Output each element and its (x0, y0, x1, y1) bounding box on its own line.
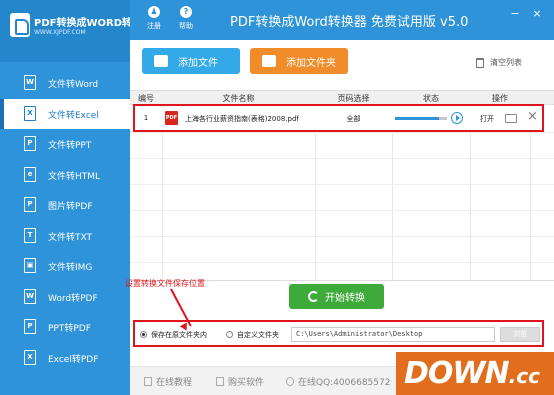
add-folder-label: 添加文件夹 (286, 57, 336, 69)
start-convert-label: 开始转换 (325, 293, 365, 304)
browse-button[interactable]: 浏览 (500, 327, 540, 342)
row-index: 1 (143, 114, 149, 122)
toolbar: 添加文件 添加文件夹 清空列表 (130, 40, 554, 88)
sidebar-item-label: 文件转HTML (48, 172, 101, 182)
remove-row-icon[interactable]: × (527, 109, 538, 124)
progress-fill (395, 117, 440, 120)
document-icon: T (24, 228, 36, 243)
document-icon: ▣ (24, 258, 36, 273)
open-button[interactable]: 打开 (480, 114, 494, 124)
file-icon (154, 55, 168, 67)
row-pages[interactable]: 全部 (315, 114, 392, 124)
sidebar-item-label: 文件转Excel (48, 111, 99, 121)
sidebar-item-label: 文件转PPT (48, 141, 92, 151)
sidebar-item[interactable]: W Word转PDF (0, 282, 130, 312)
sidebar-item-label: Excel转PDF (48, 355, 99, 365)
row-file-name: 上海各行业薪资指南(表格)2008.pdf (185, 115, 299, 123)
sidebar-item-label: Word转PDF (48, 294, 98, 304)
document-icon: X (24, 106, 36, 121)
logo-url: WWW.XJPDF.COM (34, 29, 86, 36)
sidebar-item-label: 文件转IMG (48, 263, 93, 273)
pdf-logo-icon (10, 13, 30, 37)
annotation-text: 设置转换文件保存位置 (125, 279, 205, 288)
document-icon: X (24, 350, 36, 365)
sidebar-item-label: 文件转TXT (48, 233, 93, 243)
sidebar: PDF转换成WORD转换器 WWW.XJPDF.COM W 文件转Word X 文件转… (0, 0, 152, 395)
qq-icon (286, 377, 294, 386)
file-table: 编号 文件名称 页码选择 状态 操作 1 PDF 上海各行业薪资指南(表格)20… (130, 90, 554, 280)
sidebar-item-label: 文件转Word (48, 80, 99, 90)
header-status: 状态 (423, 94, 439, 103)
user-icon: ♟ (148, 6, 160, 18)
app-logo: PDF转换成WORD转换器 WWW.XJPDF.COM (0, 0, 152, 62)
trash-icon (476, 57, 484, 68)
document-icon: P (24, 197, 36, 212)
header-pages: 页码选择 (337, 94, 370, 103)
title-bar: ♟ 注册 ? 帮助 PDF转换成Word转换器 免费试用版 v5.0 − × (130, 0, 554, 40)
pdf-file-icon: PDF (165, 111, 178, 125)
save-original-radio[interactable] (140, 331, 147, 338)
start-convert-button[interactable]: 开始转换 (289, 284, 384, 309)
cart-icon (216, 377, 224, 386)
sidebar-item[interactable]: P PPT转PDF (0, 312, 130, 342)
sidebar-item[interactable]: X 文件转Excel (0, 99, 130, 129)
online-qq-label: 在线QQ:4006685572 (298, 378, 391, 388)
sidebar-item-label: 图片转PDF (48, 202, 93, 212)
custom-folder-label[interactable]: 自定义文件夹 (237, 330, 279, 340)
add-folder-button[interactable]: 添加文件夹 (250, 48, 348, 74)
document-icon: P (24, 319, 36, 334)
sidebar-item[interactable]: T 文件转TXT (0, 221, 130, 251)
sidebar-item[interactable]: W 文件转Word (0, 68, 130, 98)
register-button[interactable]: ♟ 注册 (142, 6, 166, 31)
down-cc-watermark: DOWN.cc (396, 352, 554, 395)
play-icon[interactable] (451, 112, 463, 124)
document-icon: e (24, 167, 36, 182)
register-label: 注册 (147, 22, 161, 30)
refresh-icon (308, 291, 319, 302)
online-tutorial-label: 在线教程 (156, 378, 193, 388)
sidebar-item[interactable]: ▣ 文件转IMG (0, 251, 130, 281)
help-label: 帮助 (179, 22, 193, 30)
save-location-box: 保存在原文件夹内 自定义文件夹 C:\Users\Administrator\D… (133, 320, 544, 347)
open-folder-icon[interactable] (505, 114, 517, 123)
sidebar-item[interactable]: P 文件转PPT (0, 129, 130, 159)
save-original-label[interactable]: 保存在原文件夹内 (151, 330, 207, 340)
document-icon: W (24, 75, 36, 90)
document-icon: W (24, 289, 36, 304)
online-tutorial-link[interactable]: 在线教程 (144, 375, 192, 388)
folder-icon (262, 55, 276, 67)
add-file-button[interactable]: 添加文件 (142, 48, 240, 74)
sidebar-item[interactable]: e 文件转HTML (0, 160, 130, 190)
minimize-button[interactable]: − (508, 7, 522, 21)
output-path-input[interactable]: C:\Users\Administrator\Desktop (291, 327, 495, 342)
clear-list-label: 清空列表 (490, 58, 522, 67)
sidebar-item[interactable]: P 图片转PDF (0, 190, 130, 220)
watermark-suffix: .cc (508, 364, 540, 388)
header-index: 编号 (138, 94, 154, 103)
sidebar-item[interactable]: X Excel转PDF (0, 343, 130, 373)
header-name: 文件名称 (222, 94, 255, 103)
clear-list-button[interactable]: 清空列表 (476, 57, 522, 68)
buy-software-link[interactable]: 购买软件 (216, 375, 264, 388)
help-icon: ? (180, 6, 192, 18)
table-header: 编号 文件名称 页码选择 状态 操作 (130, 90, 554, 105)
sidebar-item-label: PPT转PDF (48, 324, 91, 334)
table-row[interactable]: 1 PDF 上海各行业薪资指南(表格)2008.pdf 全部 打开 × (130, 106, 554, 131)
online-qq-link[interactable]: 在线QQ:4006685572 (286, 375, 390, 388)
close-button[interactable]: × (530, 7, 544, 21)
add-file-label: 添加文件 (178, 57, 218, 69)
watermark-main: DOWN (404, 356, 510, 391)
buy-software-label: 购买软件 (228, 378, 265, 388)
help-button[interactable]: ? 帮助 (174, 6, 198, 31)
header-actions: 操作 (492, 94, 508, 103)
window-title: PDF转换成Word转换器 免费试用版 v5.0 (230, 15, 469, 30)
progress-bar (395, 117, 447, 120)
book-icon (144, 377, 152, 386)
document-icon: P (24, 136, 36, 151)
custom-folder-radio[interactable] (226, 331, 233, 338)
